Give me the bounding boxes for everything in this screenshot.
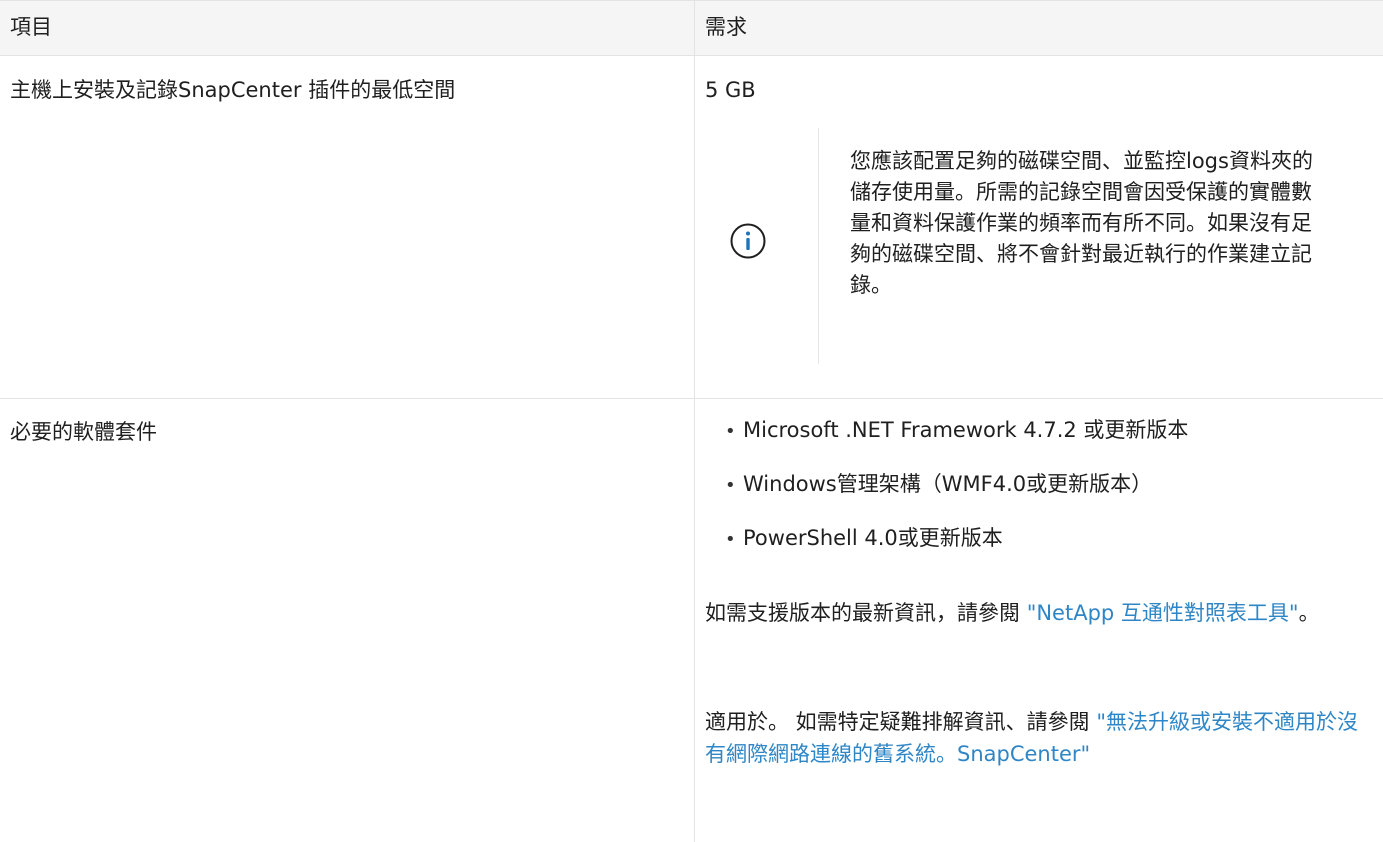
requirements-table: 項目 需求 主機上安裝及記錄SnapCenter 插件的最低空間 5 GB 您應… [0, 0, 1383, 842]
note-admonition: 您應該配置足夠的磁碟空間、並監控logs資料夾的儲存使用量。所需的記錄空間會因受… [712, 128, 1332, 364]
bullet-icon: • [725, 421, 736, 442]
interop-matrix-link[interactable]: "NetApp 互通性對照表工具" [1027, 601, 1299, 625]
troubleshoot-text: 適用於。 如需特定疑難排解資訊、請參閱 [705, 710, 1097, 734]
row-divider [0, 398, 1383, 399]
interop-suffix: 。 [1298, 601, 1320, 625]
list-item-text: Windows管理架構（WMF4.0或更新版本） [743, 472, 1153, 496]
bullet-icon: • [725, 529, 736, 550]
list-item: • Microsoft .NET Framework 4.7.2 或更新版本 [725, 416, 1188, 444]
note-text: 您應該配置足夠的磁碟空間、並監控logs資料夾的儲存使用量。所需的記錄空間會因受… [850, 149, 1313, 297]
list-item: • Windows管理架構（WMF4.0或更新版本） [725, 470, 1188, 498]
column-divider [694, 0, 695, 842]
list-item-text: PowerShell 4.0或更新版本 [743, 526, 1003, 550]
table-header-row [0, 0, 1383, 56]
info-icon [729, 222, 767, 260]
software-package-list: • Microsoft .NET Framework 4.7.2 或更新版本 • W… [725, 416, 1188, 578]
bullet-icon: • [725, 475, 736, 496]
row-1-requirement: 5 GB [705, 78, 756, 102]
note-divider [818, 128, 819, 364]
header-item: 項目 [10, 15, 52, 39]
row-2-item: 必要的軟體套件 [10, 420, 157, 444]
troubleshoot-paragraph: 適用於。 如需特定疑難排解資訊、請參閱 "無法升級或安裝不適用於沒有網際網路連線… [705, 706, 1367, 770]
interop-paragraph: 如需支援版本的最新資訊，請參閱 "NetApp 互通性對照表工具"。 [705, 597, 1365, 629]
list-item-text: Microsoft .NET Framework 4.7.2 或更新版本 [743, 418, 1189, 442]
list-item: • PowerShell 4.0或更新版本 [725, 524, 1188, 552]
interop-text: 如需支援版本的最新資訊，請參閱 [705, 601, 1027, 625]
row-1-item: 主機上安裝及記錄SnapCenter 插件的最低空間 [10, 78, 456, 102]
header-requirement: 需求 [705, 15, 747, 39]
